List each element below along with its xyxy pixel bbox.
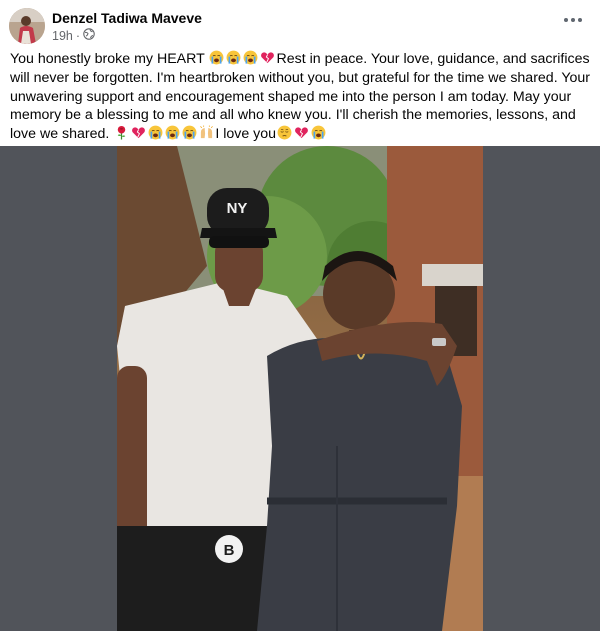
author-avatar[interactable] [9, 8, 45, 44]
more-options-icon[interactable] [564, 14, 586, 26]
loudly-crying-face-icon [182, 125, 197, 140]
raised-hands-icon [199, 125, 214, 140]
globe-icon [83, 28, 95, 43]
cap-logo: NY [227, 200, 248, 217]
loudly-crying-face-icon [226, 50, 241, 65]
loudly-crying-face-icon [209, 50, 224, 65]
broken-heart-icon [131, 125, 146, 140]
post-photo-container[interactable]: NY B [0, 146, 600, 631]
post-text-closing: I love you [215, 126, 277, 143]
wilted-rose-icon [114, 125, 129, 140]
post-text-intro: You honestly broke my HEART [10, 51, 209, 67]
loudly-crying-face-icon [243, 50, 258, 65]
broken-heart-icon [294, 125, 309, 140]
meta-separator: · [75, 28, 81, 43]
broken-heart-icon [260, 50, 275, 65]
loudly-crying-face-icon [148, 125, 163, 140]
shorts-logo: B [224, 542, 235, 559]
loudly-crying-face-icon [311, 125, 326, 140]
loudly-crying-face-icon [165, 125, 180, 140]
post-time[interactable]: 19h [52, 29, 73, 43]
post-header: Denzel Tadiwa Maveve 19h · [0, 0, 600, 48]
pensive-face-icon [277, 125, 292, 140]
post-text: You honestly broke my HEART Rest in peac… [10, 50, 590, 144]
author-name[interactable]: Denzel Tadiwa Maveve [52, 10, 202, 26]
post-photo[interactable]: NY B [117, 146, 483, 631]
post-meta: 19h · [52, 28, 95, 43]
